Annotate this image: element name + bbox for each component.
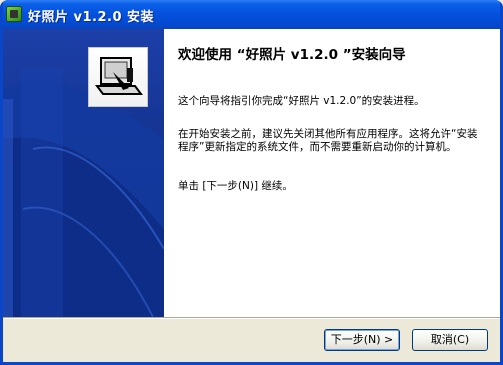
welcome-heading: 欢迎使用 “好照片 v1.2.0 ”安装向导 — [178, 47, 406, 63]
footer-separator — [3, 317, 500, 319]
next-button[interactable]: 下一步(N) > — [324, 329, 400, 351]
dialog-client: 欢迎使用 “好照片 v1.2.0 ”安装向导 这个向导将指引你完成“好照片 v1… — [3, 29, 500, 362]
intro-paragraph: 这个向导将指引你完成“好照片 v1.2.0”的安装进程。 — [178, 95, 425, 107]
title-bar[interactable]: 好照片 v1.2.0 安装 — [0, 0, 503, 29]
continue-instruction: 单击 [下一步(N)] 继续。 — [178, 180, 293, 192]
cancel-button[interactable]: 取消(C) — [412, 329, 488, 351]
app-icon — [6, 6, 22, 22]
computer-install-icon — [95, 57, 143, 95]
side-banner — [3, 29, 164, 317]
close-apps-paragraph: 在开始安装之前，建议先关闭其他所有应用程序。这将允许“安装程序”更新指定的系统文… — [178, 128, 478, 153]
welcome-panel: 欢迎使用 “好照片 v1.2.0 ”安装向导 这个向导将指引你完成“好照片 v1… — [3, 29, 500, 317]
window-frame-left — [0, 0, 3, 365]
installer-window: 好照片 v1.2.0 安装 欢迎使用 “好照片 v1.2.0 ”安装向导 这个向… — [0, 0, 503, 365]
window-title: 好照片 v1.2.0 安装 — [28, 10, 155, 25]
installer-logo — [88, 47, 148, 107]
